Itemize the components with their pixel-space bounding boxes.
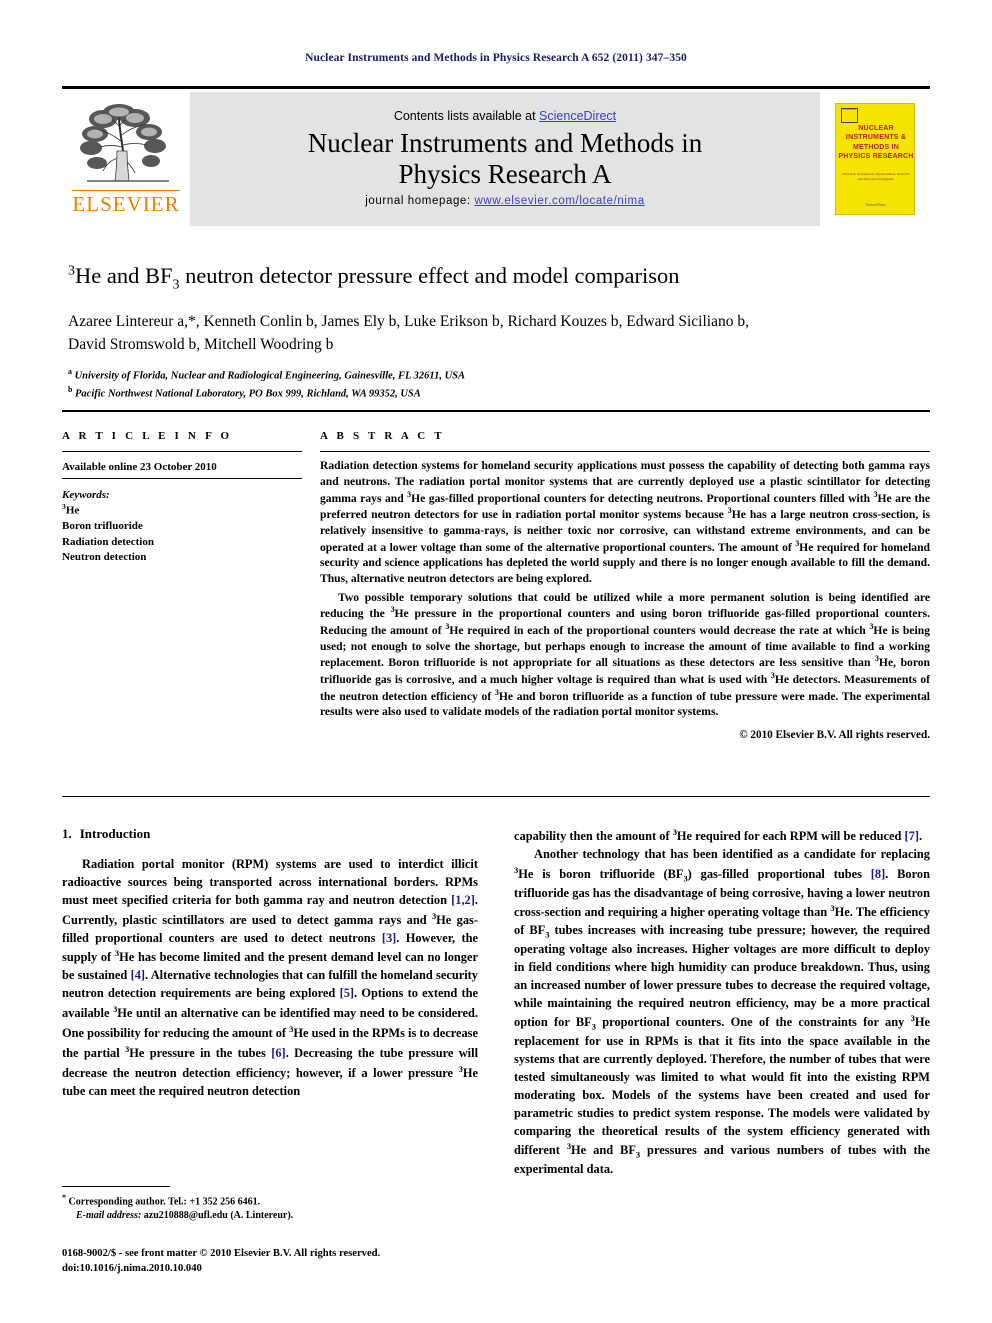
journal-title: Nuclear Instruments and Methods in Physi… bbox=[308, 128, 702, 188]
abstract-paragraph-2: Two possible temporary solutions that co… bbox=[320, 590, 930, 719]
journal-homepage-line: journal homepage: www.elsevier.com/locat… bbox=[365, 195, 644, 207]
keyword-item: 3He bbox=[62, 502, 80, 517]
journal-title-line-2: Physics Research A bbox=[398, 158, 612, 189]
author-list: Azaree Lintereur a,*, Kenneth Conlin b, … bbox=[68, 310, 930, 357]
journal-homepage-link[interactable]: www.elsevier.com/locate/nima bbox=[475, 195, 645, 207]
intro-paragraph-right-continued: capability then the amount of 3He requir… bbox=[514, 827, 923, 844]
divider-above-abstract bbox=[62, 410, 930, 412]
footnote-corresponding-text: Corresponding author. Tel.: +1 352 256 6… bbox=[68, 1196, 261, 1208]
paper-page: Nuclear Instruments and Methods in Physi… bbox=[0, 0, 992, 1323]
citation-8[interactable]: [8] bbox=[871, 867, 885, 881]
contents-prefix: Contents lists available at bbox=[393, 109, 540, 124]
article-info-heading: A R T I C L E I N F O bbox=[62, 430, 233, 442]
title-block: 3He and BF3 neutron detector pressure ef… bbox=[68, 262, 930, 402]
body-columns: 1. Introduction Radiation portal monitor … bbox=[62, 826, 930, 1221]
affiliation-a-marker: a bbox=[68, 367, 72, 377]
author-line-1: Azaree Lintereur a,*, Kenneth Conlin b, … bbox=[68, 312, 749, 330]
cover-publisher-logo-icon: ELSEVIER bbox=[841, 108, 858, 123]
journal-masthead: ELSEVIER Contents lists available at Sci… bbox=[62, 86, 930, 226]
elsevier-logo: ELSEVIER bbox=[62, 92, 190, 226]
journal-title-line-1: Nuclear Instruments and Methods in bbox=[307, 128, 703, 159]
cover-art: ELSEVIER NUCLEAR INSTRUMENTS & METHODS I… bbox=[835, 103, 915, 215]
available-online: Available online 23 October 2010 bbox=[62, 458, 302, 479]
footnote-email: E-mail address: azu210888@ufl.edu (A. Li… bbox=[62, 1209, 478, 1223]
footnote-corresponding-author: * Corresponding author. Tel.: +1 352 256… bbox=[62, 1192, 478, 1209]
intro-paragraph-right-2: Another technology that has been identif… bbox=[514, 846, 931, 1177]
footnote-email-label: E-mail address: bbox=[76, 1210, 142, 1222]
keyword-item: Radiation detection bbox=[62, 535, 154, 548]
abstract-copyright: © 2010 Elsevier B.V. All rights reserved… bbox=[739, 729, 930, 742]
homepage-prefix: journal homepage: bbox=[365, 194, 475, 207]
masthead-center: Contents lists available at ScienceDirec… bbox=[190, 92, 820, 226]
body-column-right: capability then the amount of 3He requir… bbox=[514, 826, 930, 1179]
sciencedirect-link[interactable]: ScienceDirect bbox=[539, 109, 616, 123]
abstract-paragraph-1: Radiation detection systems for homeland… bbox=[320, 459, 930, 585]
abstract-column: A B S T R A C T Radiation detection syst… bbox=[320, 430, 930, 741]
affiliation-b-marker: b bbox=[68, 385, 73, 395]
footnote-email-value[interactable]: azu210888@ufl.edu (A. Lintereur). bbox=[144, 1210, 293, 1221]
footnote-asterisk: * bbox=[62, 1193, 66, 1202]
keywords-label: Keywords: bbox=[62, 489, 110, 501]
affiliation-b: b Pacific Northwest National Laboratory,… bbox=[68, 384, 930, 402]
doi-line: doi:10.1016/j.nima.2010.10.040 bbox=[62, 1263, 202, 1275]
author-line-2: David Stromswold b, Mitchell Woodring b bbox=[68, 336, 334, 354]
abstract-body: Radiation detection systems for homeland… bbox=[320, 458, 930, 720]
footnote-block: * Corresponding author. Tel.: +1 352 256… bbox=[62, 1186, 478, 1223]
citation-6[interactable]: [6] bbox=[271, 1046, 285, 1060]
keyword-item: Neutron detection bbox=[62, 551, 147, 564]
elsevier-wordmark: ELSEVIER bbox=[72, 190, 180, 216]
journal-cover-thumbnail: ELSEVIER NUCLEAR INSTRUMENTS & METHODS I… bbox=[820, 92, 930, 226]
article-title: 3He and BF3 neutron detector pressure ef… bbox=[68, 262, 930, 294]
abstract-heading: A B S T R A C T bbox=[320, 430, 445, 442]
citation-1-2[interactable]: [1,2] bbox=[451, 893, 475, 907]
citation-5[interactable]: [5] bbox=[340, 986, 354, 1000]
cover-subtitle-text: Section A: Accelerators, Spectrometers, … bbox=[842, 172, 910, 181]
affiliation-a: a University of Florida, Nuclear and Rad… bbox=[68, 366, 930, 384]
elsevier-tree-icon bbox=[73, 101, 179, 192]
keyword-he3-sup: 3 bbox=[62, 502, 66, 511]
affiliation-a-text: University of Florida, Nuclear and Radio… bbox=[74, 370, 466, 382]
citation-3[interactable]: [3] bbox=[382, 931, 396, 945]
issn-doi-block: 0168-9002/$ - see front matter © 2010 El… bbox=[62, 1246, 562, 1276]
article-title-rest: neutron detector pressure effect and mod… bbox=[179, 263, 680, 288]
citation-7[interactable]: [7] bbox=[905, 829, 919, 843]
info-abstract-region: A R T I C L E I N F O Available online 2… bbox=[62, 430, 930, 741]
keyword-item: Boron trifluoride bbox=[62, 520, 143, 533]
intro-paragraph-left: Radiation portal monitor (RPM) systems a… bbox=[62, 857, 479, 1099]
section-title: Introduction bbox=[79, 826, 151, 841]
footnote-rule bbox=[62, 1186, 170, 1187]
section-heading-introduction: 1. Introduction bbox=[62, 826, 478, 842]
divider-below-abstract bbox=[62, 796, 930, 797]
article-title-main: He and BF bbox=[74, 263, 173, 288]
citation-4[interactable]: [4] bbox=[131, 968, 145, 982]
body-column-left: 1. Introduction Radiation portal monitor … bbox=[62, 826, 479, 1221]
issn-line: 0168-9002/$ - see front matter © 2010 El… bbox=[62, 1248, 381, 1259]
article-info-rule-top bbox=[62, 451, 302, 452]
abstract-rule-top bbox=[320, 451, 930, 452]
running-head: Nuclear Instruments and Methods in Physi… bbox=[305, 52, 687, 64]
cover-footer-text: ScienceDirect bbox=[865, 203, 887, 207]
affiliation-list: a University of Florida, Nuclear and Rad… bbox=[68, 366, 930, 401]
article-info-column: A R T I C L E I N F O Available online 2… bbox=[62, 430, 320, 741]
cover-title-text: NUCLEAR INSTRUMENTS & METHODS IN PHYSICS… bbox=[838, 125, 914, 161]
contents-available-line: Contents lists available at ScienceDirec… bbox=[394, 109, 616, 123]
article-title-sup-3: 3 bbox=[68, 263, 75, 279]
affiliation-b-text: Pacific Northwest National Laboratory, P… bbox=[75, 388, 421, 400]
section-number: 1. bbox=[62, 826, 72, 841]
